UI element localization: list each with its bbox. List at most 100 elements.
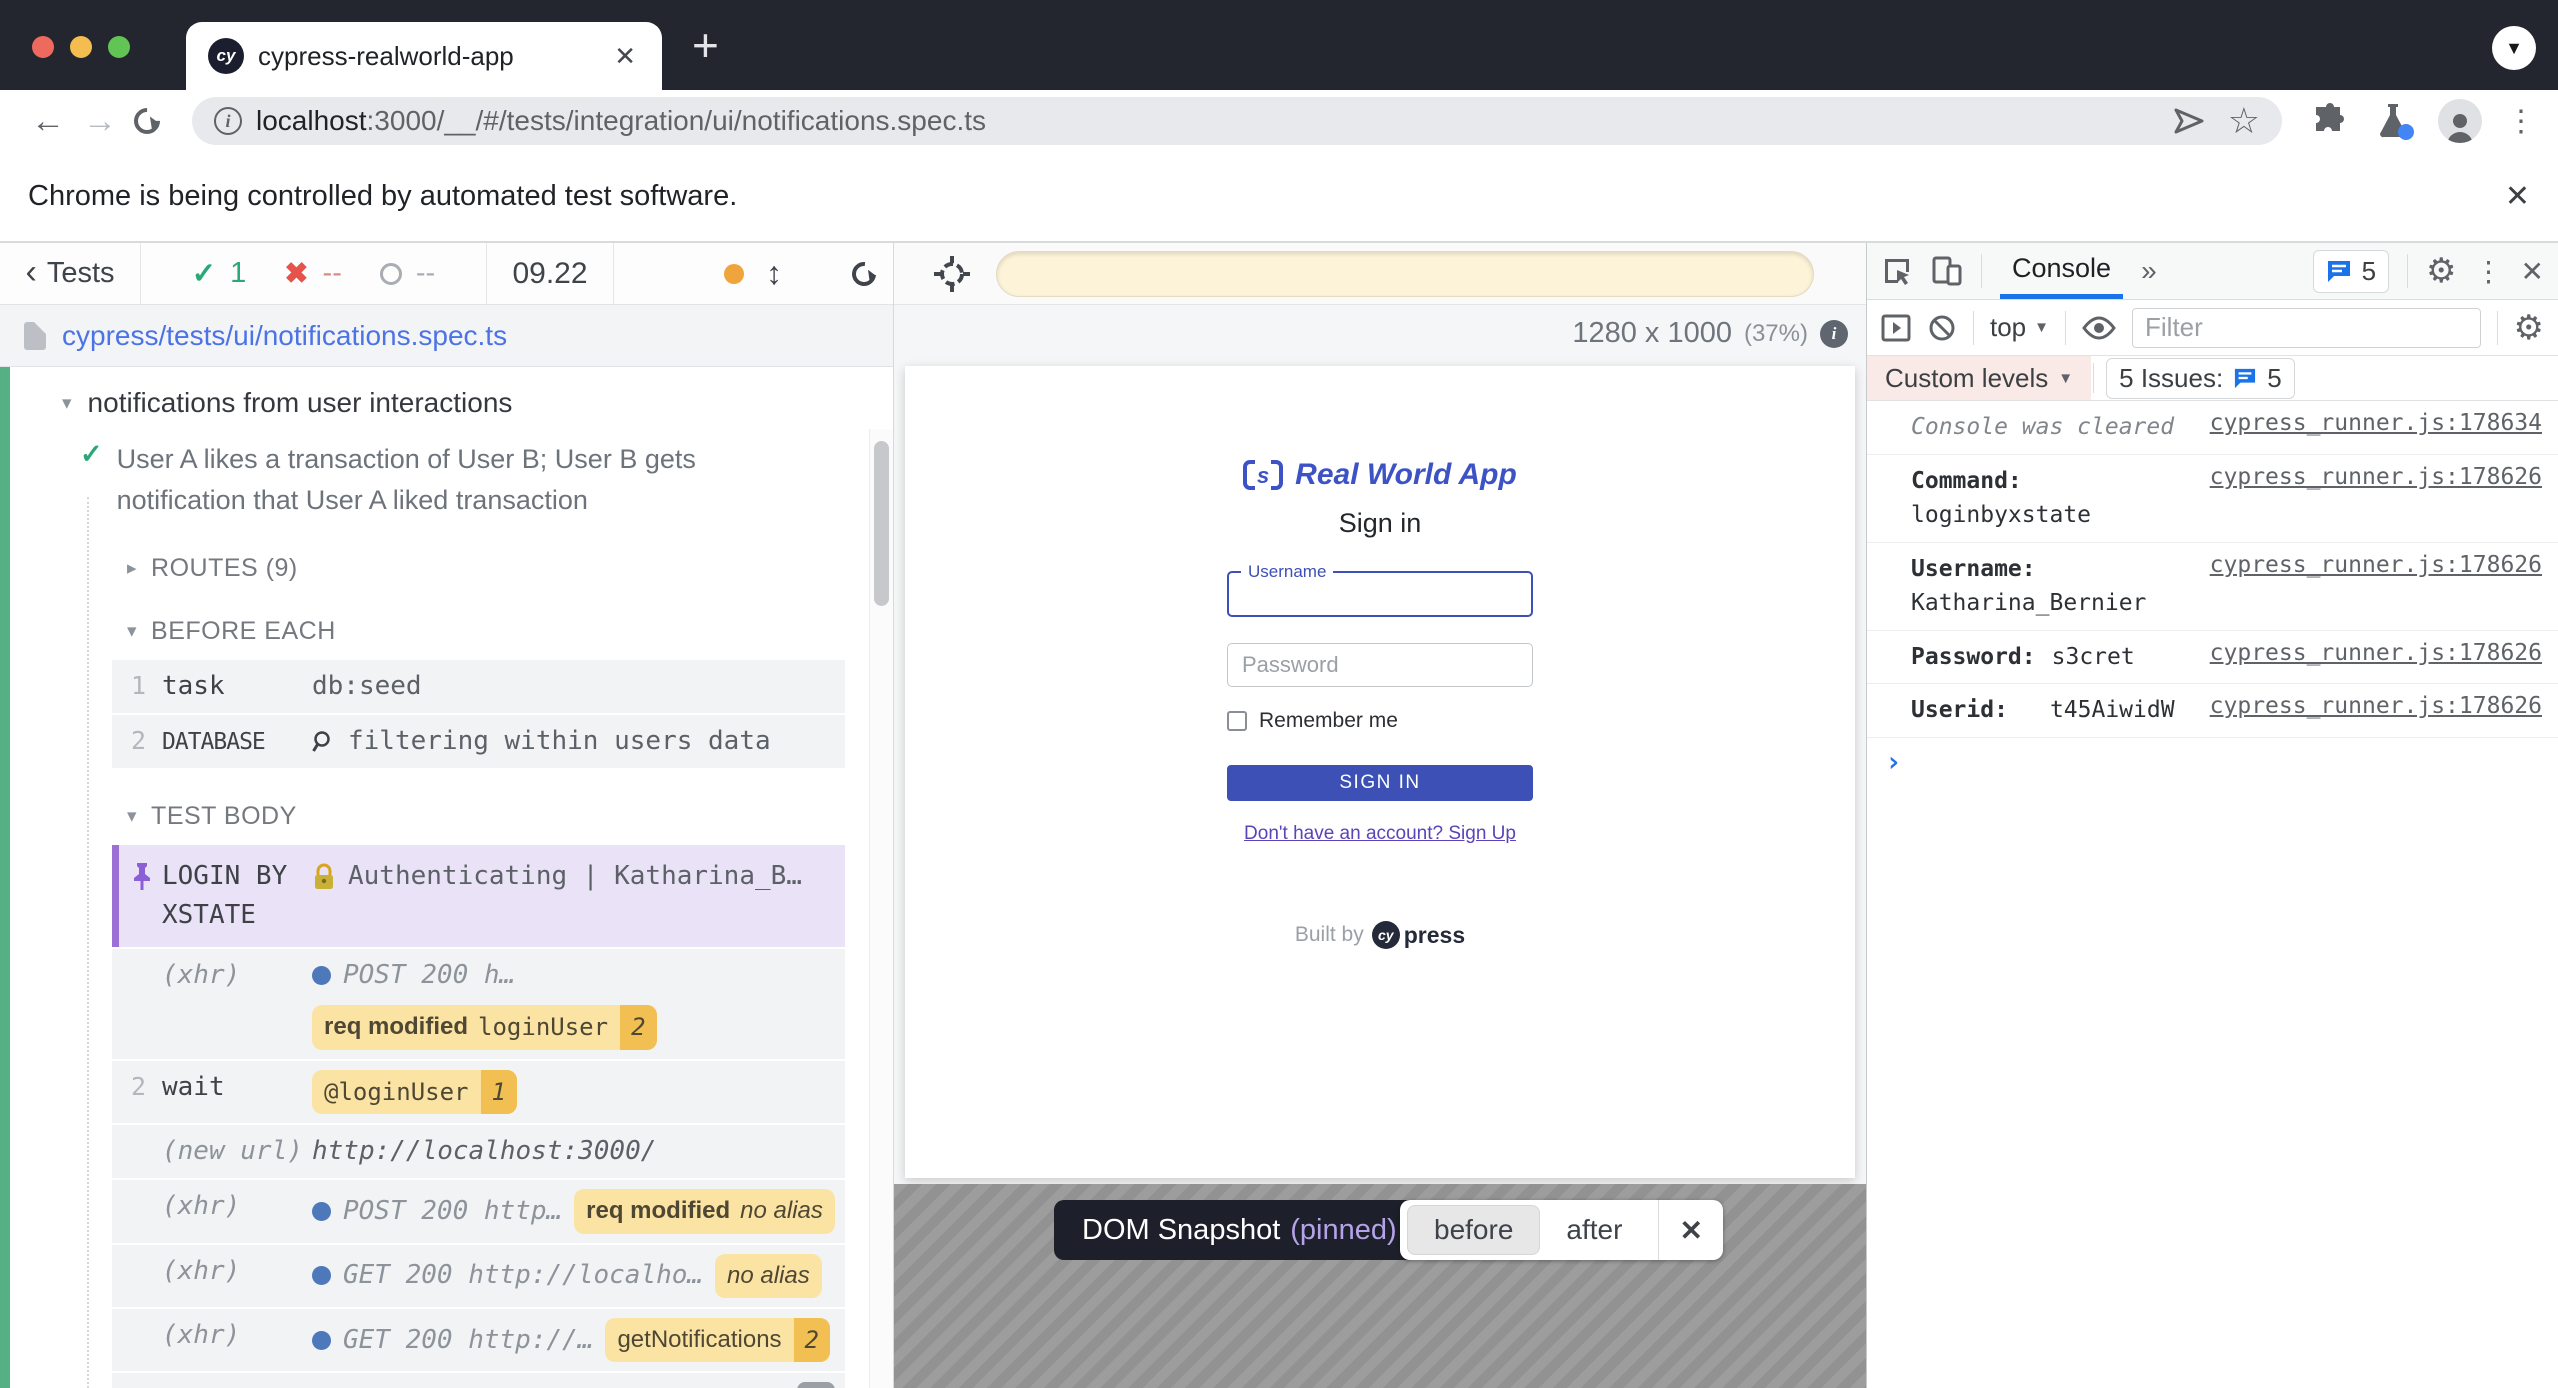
devtools-settings-icon[interactable]: ⚙ [2426, 254, 2456, 288]
window-minimize-button[interactable] [70, 36, 92, 58]
divider [2407, 254, 2408, 288]
console-filter-input[interactable] [2132, 308, 2481, 348]
command-row-wait[interactable]: 2 wait @loginUser1 [112, 1061, 845, 1123]
profile-avatar[interactable] [2438, 99, 2482, 143]
command-row-xhr[interactable]: (xhr) POST 200 h… req modifiedloginUser2 [112, 949, 845, 1058]
route-badge: no alias [715, 1254, 822, 1298]
test-duration: 09.22 [487, 243, 614, 304]
command-row-xhr[interactable]: (xhr) GET 200 http://… getNotifications2 [112, 1309, 845, 1371]
command-name: (new url) [162, 1134, 312, 1169]
tab-search-button[interactable]: ▼ [2492, 26, 2536, 70]
command-message: http://localhost:3000/ [312, 1134, 835, 1169]
new-tab-button[interactable]: + [692, 18, 719, 72]
browser-tab[interactable]: cy cypress-realworld-app ✕ [186, 22, 662, 90]
command-row-xhr[interactable]: (xhr) GET 200 http://localho… no alias [112, 1245, 845, 1307]
command-log-scroll[interactable]: ▾ notifications from user interactions ✓… [0, 367, 869, 1388]
tab-close-icon[interactable]: ✕ [610, 41, 640, 72]
aut-url-field[interactable] [996, 251, 1814, 297]
source-link[interactable]: cypress_runner.js:178626 [2210, 552, 2542, 578]
infobar-text: Chrome is being controlled by automated … [28, 180, 737, 213]
viewport-info-icon[interactable]: i [1820, 320, 1848, 348]
suite-row[interactable]: ▾ notifications from user interactions [0, 387, 869, 419]
context-selector[interactable]: top▼ [1990, 312, 2049, 343]
window-close-button[interactable] [32, 36, 54, 58]
site-info-icon[interactable]: i [214, 107, 242, 135]
infobar-close-icon[interactable]: ✕ [2505, 179, 2530, 214]
password-field[interactable]: Password [1227, 643, 1533, 687]
pinned-command-row[interactable]: LOGIN BY XSTATE Authenticating | Kathari… [112, 845, 845, 947]
console-row[interactable]: Password:s3cret cypress_runner.js:178626 [1867, 631, 2558, 685]
console-row[interactable]: Command:loginbyxstate cypress_runner.js:… [1867, 455, 2558, 543]
command-message: GET 200 http://localho… no alias [312, 1254, 835, 1298]
rerun-tests-button[interactable] [847, 257, 881, 291]
spec-path-link[interactable]: cypress/tests/ui/notifications.spec.ts [62, 320, 507, 352]
console-messages-badge[interactable]: 5 [2313, 250, 2389, 293]
browser-window: cy cypress-realworld-app ✕ + ▼ ← → i loc… [0, 0, 2558, 1388]
command-row-task[interactable]: 1 task db:seed [112, 660, 845, 713]
sign-up-link[interactable]: Don't have an account? Sign Up [1227, 823, 1533, 845]
clear-console-icon[interactable] [1927, 313, 1957, 343]
extensions-puzzle-icon[interactable] [2312, 103, 2348, 139]
snapshot-before-button[interactable]: before [1407, 1205, 1540, 1255]
log-levels-selector[interactable]: Custom levels▼ [1867, 356, 2091, 400]
command-message: POST 200 h… req modifiedloginUser2 [312, 958, 835, 1049]
divider [2093, 363, 2094, 393]
console-row[interactable]: Userid:t45AiwidW cypress_runner.js:17862… [1867, 684, 2558, 738]
snapshot-close-icon[interactable]: ✕ [1659, 1214, 1722, 1247]
tab-console[interactable]: Console [2000, 243, 2123, 299]
console-settings-icon[interactable]: ⚙ [2514, 311, 2544, 345]
selector-playground-icon[interactable] [934, 256, 970, 292]
auto-scroll-toggle[interactable]: ↕ [766, 255, 782, 292]
chat-bubble-icon [2233, 367, 2257, 389]
back-button[interactable]: ← [22, 102, 74, 141]
command-row-new-url[interactable]: (new url) http://localhost:3000/ [112, 1125, 845, 1178]
source-link[interactable]: cypress_runner.js:178626 [2210, 464, 2542, 490]
command-row-database[interactable]: 2 DATABASE filtering within users data [112, 715, 845, 768]
console-sidebar-toggle-icon[interactable] [1881, 313, 1911, 343]
chat-bubble-icon [2326, 259, 2352, 283]
built-by-text: Built by [1295, 923, 1364, 947]
sign-in-button[interactable]: SIGN IN [1227, 765, 1533, 801]
automation-infobar: Chrome is being controlled by automated … [0, 152, 2558, 243]
reload-button[interactable] [129, 103, 166, 140]
routes-section-toggle[interactable]: ▸ ROUTES (9) [0, 554, 869, 583]
source-link[interactable]: cypress_runner.js:178626 [2210, 640, 2542, 666]
eye-icon[interactable] [2082, 316, 2116, 340]
command-row-get[interactable]: 3 get [data-test=list-skeleton] 0 [112, 1373, 845, 1388]
divider [1973, 311, 1974, 345]
console-row[interactable]: Console was cleared cypress_runner.js:17… [1867, 401, 2558, 455]
test-row[interactable]: ✓ User A likes a transaction of User B; … [0, 439, 869, 520]
snapshot-after-button[interactable]: after [1540, 1206, 1648, 1254]
devtools-menu-icon[interactable]: ⋮ [2475, 255, 2503, 288]
device-toolbar-icon[interactable] [1931, 255, 1963, 287]
scrollbar-thumb[interactable] [874, 441, 889, 606]
flask-extension-icon[interactable] [2376, 102, 2410, 140]
url-bar[interactable]: i localhost:3000/__/#/tests/integration/… [192, 97, 2282, 145]
reporter-scrollbar[interactable] [869, 429, 893, 1388]
more-tabs-icon[interactable]: » [2141, 255, 2157, 287]
devtools-close-icon[interactable]: ✕ [2521, 255, 2544, 288]
source-link[interactable]: cypress_runner.js:178634 [2210, 410, 2542, 436]
browser-menu-icon[interactable]: ⋮ [2506, 104, 2536, 139]
test-body-section-toggle[interactable]: ▾ TEST BODY [0, 802, 869, 831]
inspect-element-icon[interactable] [1881, 255, 1913, 287]
messages-count: 5 [2362, 256, 2376, 287]
command-row-xhr[interactable]: (xhr) POST 200 http… req modifiedno alia… [112, 1180, 845, 1242]
console-row[interactable]: Username:Katharina_Bernier cypress_runne… [1867, 543, 2558, 631]
console-prompt[interactable]: › [1867, 738, 2558, 786]
rwa-logo: s Real World App [1243, 458, 1517, 492]
back-to-tests-button[interactable]: ‹ Tests [0, 243, 141, 304]
bookmark-star-icon[interactable]: ☆ [2228, 100, 2260, 142]
command-message: Authenticating | Katharina_B… [312, 857, 835, 896]
xhr-dot-icon [312, 1202, 331, 1221]
send-icon[interactable] [2174, 107, 2204, 135]
before-each-section-toggle[interactable]: ▾ BEFORE EACH [0, 617, 869, 646]
issues-button[interactable]: 5 Issues: 5 [2106, 358, 2295, 399]
forward-button[interactable]: → [74, 102, 126, 141]
remember-me-checkbox[interactable] [1227, 711, 1247, 731]
username-field[interactable]: Username [1227, 571, 1533, 617]
remember-me-row[interactable]: Remember me [1227, 709, 1533, 733]
window-zoom-button[interactable] [108, 36, 130, 58]
source-link[interactable]: cypress_runner.js:178626 [2210, 693, 2542, 719]
command-name: get [162, 1382, 312, 1388]
